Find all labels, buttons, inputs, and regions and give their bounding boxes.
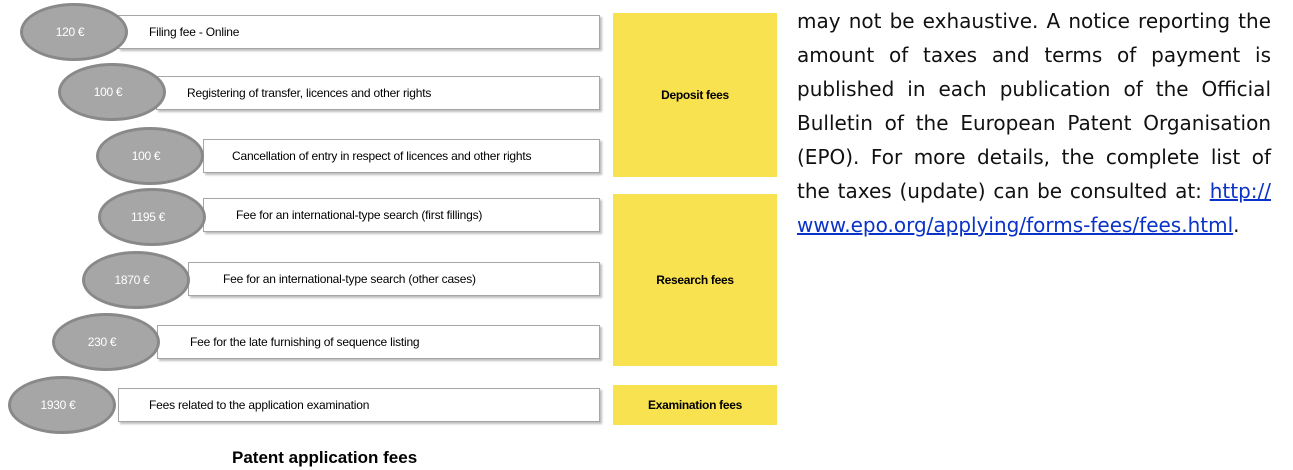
body-paragraph: may not be exhaustive. A notice reportin… bbox=[797, 4, 1271, 242]
fee-label-box: Cancellation of entry in respect of lice… bbox=[203, 139, 600, 173]
category-examination-fees: Examination fees bbox=[613, 385, 777, 425]
paragraph-text: may not be exhaustive. A notice reportin… bbox=[797, 9, 1271, 203]
fee-label-box: Registering of transfer, licences and ot… bbox=[156, 76, 600, 110]
fee-label: Registering of transfer, licences and ot… bbox=[187, 86, 432, 100]
fee-label: Fees related to the application examinat… bbox=[149, 398, 370, 412]
fee-amount-badge: 100 € bbox=[96, 127, 204, 185]
fee-label-box: Fee for an international-type search (fi… bbox=[203, 198, 600, 232]
fee-label: Fee for an international-type search (ot… bbox=[223, 272, 476, 286]
fee-amount-badge: 1930 € bbox=[8, 376, 116, 434]
fee-label: Filing fee - Online bbox=[149, 25, 240, 39]
fee-label-box: Filing fee - Online bbox=[118, 15, 600, 49]
paragraph-end: . bbox=[1233, 213, 1240, 237]
fee-amount-badge: 100 € bbox=[58, 63, 166, 121]
fee-label-box: Fee for an international-type search (ot… bbox=[188, 262, 600, 296]
figure-caption: Patent application fees bbox=[232, 448, 418, 467]
category-research-fees: Research fees bbox=[613, 194, 777, 366]
fee-label: Fee for the late furnishing of sequence … bbox=[190, 335, 420, 349]
fee-amount-badge: 1195 € bbox=[98, 188, 206, 246]
fee-label: Cancellation of entry in respect of lice… bbox=[232, 149, 532, 163]
fee-amount-badge: 230 € bbox=[52, 313, 160, 371]
category-deposit-fees: Deposit fees bbox=[613, 13, 777, 177]
fee-amount-badge: 1870 € bbox=[82, 251, 190, 309]
fee-amount-badge: 120 € bbox=[20, 3, 128, 61]
fee-label: Fee for an international-type search (fi… bbox=[236, 208, 483, 222]
fee-label-box: Fees related to the application examinat… bbox=[118, 388, 600, 422]
fee-label-box: Fee for the late furnishing of sequence … bbox=[157, 325, 600, 359]
